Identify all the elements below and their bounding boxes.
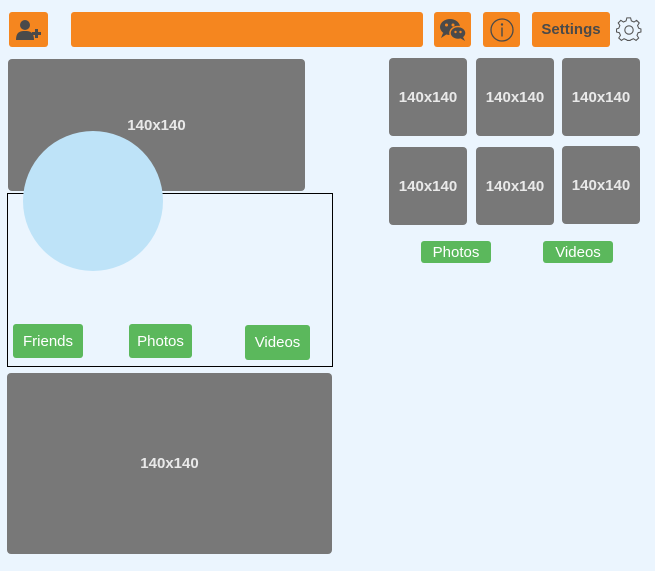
friends-button[interactable]: Friends [13, 324, 83, 358]
gallery-thumb-label: 140x140 [485, 177, 545, 195]
gallery-videos-label: Videos [555, 243, 601, 261]
profile-photos-label: Photos [137, 332, 184, 350]
gallery-thumb-label: 140x140 [398, 88, 458, 106]
gallery-thumb[interactable]: 140x140 [562, 58, 640, 136]
settings-button[interactable]: Settings [532, 12, 610, 47]
gallery-videos-button[interactable]: Videos [543, 241, 613, 263]
gallery-thumb-label: 140x140 [571, 88, 631, 106]
gear-button[interactable] [615, 16, 642, 43]
gallery-thumb[interactable]: 140x140 [476, 147, 554, 225]
gallery-thumb[interactable]: 140x140 [389, 147, 467, 225]
profile-videos-button[interactable]: Videos [245, 325, 310, 360]
wechat-icon [439, 18, 467, 41]
add-user-icon [15, 19, 41, 40]
profile-videos-label: Videos [254, 334, 301, 351]
gallery-thumb[interactable]: 140x140 [389, 58, 467, 136]
gallery-photos-label: Photos [432, 243, 480, 261]
cover-image-label: 140x140 [127, 116, 186, 134]
search-input[interactable] [71, 12, 423, 47]
gallery-photos-button[interactable]: Photos [421, 241, 491, 263]
friends-label: Friends [22, 332, 74, 350]
gallery-thumb-label: 140x140 [485, 88, 545, 106]
gallery-thumb[interactable]: 140x140 [562, 146, 640, 224]
chat-button[interactable] [434, 12, 471, 47]
info-icon [489, 17, 514, 42]
avatar[interactable] [23, 131, 163, 271]
profile-photos-button[interactable]: Photos [129, 324, 192, 358]
gallery-thumb-label: 140x140 [398, 177, 458, 195]
gallery-thumb[interactable]: 140x140 [476, 58, 554, 136]
gear-icon [615, 16, 641, 41]
content-image-label: 140x140 [140, 455, 199, 472]
add-user-button[interactable] [9, 12, 48, 47]
info-button[interactable] [483, 12, 520, 47]
settings-label: Settings [541, 21, 601, 38]
content-image: 140x140 [7, 373, 332, 554]
gallery-thumb-label: 140x140 [571, 176, 631, 194]
